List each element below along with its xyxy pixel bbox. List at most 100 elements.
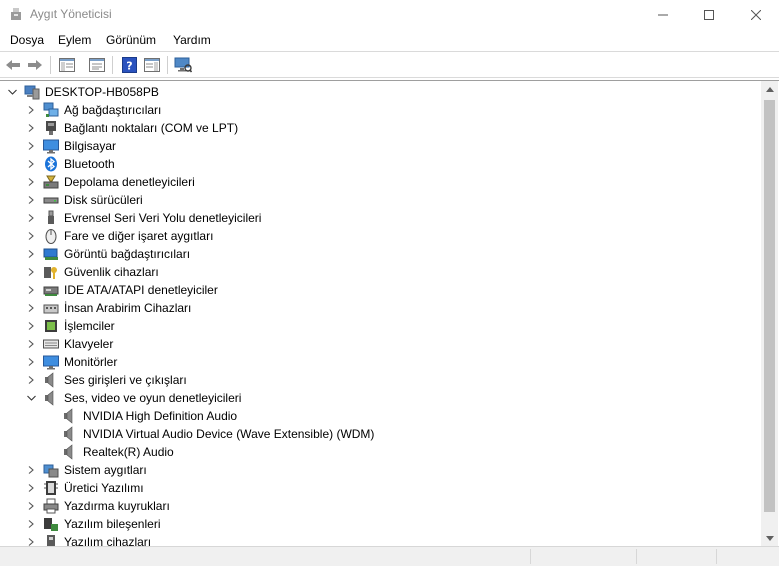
system-device-icon — [43, 462, 59, 478]
display-adapter-icon — [43, 246, 59, 262]
collapse-chevron-icon[interactable] — [6, 86, 18, 98]
usb-icon — [43, 210, 59, 226]
printer-icon — [43, 498, 59, 514]
tree-category[interactable]: Ağ bağdaştırıcıları — [0, 101, 761, 119]
expand-chevron-icon[interactable] — [25, 302, 37, 314]
menu-action[interactable]: Eylem — [58, 33, 91, 47]
menu-view[interactable]: Görünüm — [106, 33, 156, 47]
close-button[interactable] — [733, 0, 779, 29]
monitor-icon — [43, 138, 59, 154]
minimize-button[interactable] — [640, 0, 686, 29]
tree-item-label: Görüntü bağdaştırıcıları — [64, 247, 191, 261]
speaker-icon — [43, 372, 59, 388]
toolbar: ? — [0, 51, 779, 78]
expand-chevron-icon[interactable] — [25, 158, 37, 170]
tree-category[interactable]: Depolama denetleyicileri — [0, 173, 761, 191]
vertical-scrollbar[interactable] — [761, 81, 778, 546]
tree-item-label: Bilgisayar — [64, 139, 117, 153]
properties-icon[interactable] — [88, 56, 106, 73]
keyboard-icon — [43, 336, 59, 352]
ide-controller-icon — [43, 282, 59, 298]
back-arrow-icon[interactable] — [4, 56, 22, 73]
speaker-icon — [62, 408, 78, 424]
bluetooth-icon — [43, 156, 59, 172]
computer-icon — [24, 84, 40, 100]
expand-chevron-icon[interactable] — [25, 482, 37, 494]
help-icon[interactable]: ? — [120, 56, 138, 73]
tree-category[interactable]: Bluetooth — [0, 155, 761, 173]
forward-arrow-icon[interactable] — [26, 56, 44, 73]
tree-category[interactable]: IDE ATA/ATAPI denetleyiciler — [0, 281, 761, 299]
tree-item-label: IDE ATA/ATAPI denetleyiciler — [64, 283, 218, 297]
status-pane — [716, 549, 717, 564]
expand-chevron-icon[interactable] — [25, 284, 37, 296]
expand-chevron-icon[interactable] — [25, 356, 37, 368]
window-title: Aygıt Yöneticisi — [30, 7, 112, 21]
maximize-button[interactable] — [686, 0, 732, 29]
tree-device[interactable]: Realtek(R) Audio — [0, 443, 761, 461]
tree-category[interactable]: Üretici Yazılımı — [0, 479, 761, 497]
expand-chevron-icon[interactable] — [25, 122, 37, 134]
toolbar-separator — [50, 56, 51, 74]
tree-root[interactable]: DESKTOP-HB058PB — [0, 83, 761, 101]
scroll-up-arrow-icon[interactable] — [761, 81, 778, 98]
tree-item-label: Realtek(R) Audio — [83, 445, 174, 459]
tree-category[interactable]: Yazılım bileşenleri — [0, 515, 761, 533]
tree-category[interactable]: Ses, video ve oyun denetleyicileri — [0, 389, 761, 407]
tree-category[interactable]: Yazdırma kuyrukları — [0, 497, 761, 515]
expand-chevron-icon[interactable] — [25, 212, 37, 224]
tree-category[interactable]: İnsan Arabirim Cihazları — [0, 299, 761, 317]
processor-icon — [43, 318, 59, 334]
tree-category[interactable]: Klavyeler — [0, 335, 761, 353]
expand-chevron-icon[interactable] — [25, 464, 37, 476]
tree-item-label: Monitörler — [64, 355, 118, 369]
tree-category[interactable]: Evrensel Seri Veri Yolu denetleyicileri — [0, 209, 761, 227]
tree-category[interactable]: İşlemciler — [0, 317, 761, 335]
tree-category[interactable]: Yazılım cihazları — [0, 533, 761, 546]
tree-item-label: Üretici Yazılımı — [64, 481, 144, 495]
expand-chevron-icon[interactable] — [25, 176, 37, 188]
network-adapter-icon — [43, 102, 59, 118]
status-pane — [530, 549, 531, 564]
expand-chevron-icon[interactable] — [25, 104, 37, 116]
tree-category[interactable]: Ses girişleri ve çıkışları — [0, 371, 761, 389]
tree-device[interactable]: NVIDIA Virtual Audio Device (Wave Extens… — [0, 425, 761, 443]
tree-category[interactable]: Görüntü bağdaştırıcıları — [0, 245, 761, 263]
toolbar-separator — [112, 56, 113, 74]
expand-chevron-icon[interactable] — [25, 536, 37, 546]
scrollbar-thumb[interactable] — [764, 100, 775, 512]
tree-category[interactable]: Sistem aygıtları — [0, 461, 761, 479]
expand-chevron-icon[interactable] — [25, 518, 37, 530]
scroll-down-arrow-icon[interactable] — [761, 530, 778, 546]
expand-chevron-icon[interactable] — [25, 320, 37, 332]
tree-category[interactable]: Disk sürücüleri — [0, 191, 761, 209]
hid-icon — [43, 300, 59, 316]
collapse-chevron-icon[interactable] — [25, 392, 37, 404]
tree-item-label: Yazılım bileşenleri — [64, 517, 161, 531]
tree-item-label: Depolama denetleyicileri — [64, 175, 195, 189]
expand-chevron-icon[interactable] — [25, 194, 37, 206]
menu-help[interactable]: Yardım — [173, 33, 211, 47]
tree-item-label: Klavyeler — [64, 337, 114, 351]
tree-item-label: Ses girişleri ve çıkışları — [64, 373, 187, 387]
action-pane-icon[interactable] — [143, 56, 161, 73]
tree-category[interactable]: Güvenlik cihazları — [0, 263, 761, 281]
tree-item-label: Ağ bağdaştırıcıları — [64, 103, 162, 117]
expand-chevron-icon[interactable] — [25, 338, 37, 350]
show-hide-tree-icon[interactable] — [58, 56, 76, 73]
tree-category[interactable]: Bilgisayar — [0, 137, 761, 155]
security-device-icon — [43, 264, 59, 280]
menu-file[interactable]: Dosya — [10, 33, 44, 47]
expand-chevron-icon[interactable] — [25, 266, 37, 278]
tree-category[interactable]: Fare ve diğer işaret aygıtları — [0, 227, 761, 245]
expand-chevron-icon[interactable] — [25, 140, 37, 152]
tree-device[interactable]: NVIDIA High Definition Audio — [0, 407, 761, 425]
expand-chevron-icon[interactable] — [25, 500, 37, 512]
speaker-icon — [62, 444, 78, 460]
tree-category[interactable]: Monitörler — [0, 353, 761, 371]
tree-category[interactable]: Bağlantı noktaları (COM ve LPT) — [0, 119, 761, 137]
expand-chevron-icon[interactable] — [25, 374, 37, 386]
scan-hardware-icon[interactable] — [174, 56, 192, 73]
expand-chevron-icon[interactable] — [25, 230, 37, 242]
expand-chevron-icon[interactable] — [25, 248, 37, 260]
